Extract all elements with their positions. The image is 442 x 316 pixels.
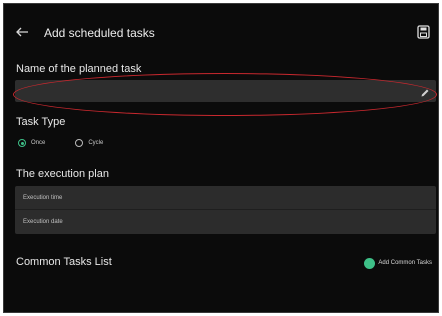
radio-once-label: Once: [31, 140, 46, 146]
add-common-tasks-label: Add Common Tasks: [378, 260, 432, 266]
execution-time-row[interactable]: Execution time: [15, 186, 436, 210]
add-common-tasks-button[interactable]: Add Common Tasks: [364, 257, 432, 269]
task-name-label: Name of the planned task: [16, 63, 142, 75]
execution-date-label: Execution date: [23, 219, 63, 225]
execution-date-row[interactable]: Execution date: [15, 210, 436, 234]
save-icon[interactable]: [417, 25, 430, 39]
app-screen: Add scheduled tasks Name of the planned …: [3, 3, 439, 313]
common-tasks-label: Common Tasks List: [16, 256, 112, 268]
task-type-radio-group: Once Cycle: [18, 138, 133, 148]
radio-cycle[interactable]: Cycle: [75, 139, 103, 147]
pencil-icon[interactable]: [420, 85, 430, 97]
top-bar: Add scheduled tasks: [4, 22, 438, 46]
page-title: Add scheduled tasks: [44, 26, 155, 40]
execution-time-label: Execution time: [23, 195, 63, 201]
radio-cycle-label: Cycle: [88, 140, 104, 146]
execution-plan-label: The execution plan: [16, 168, 109, 180]
radio-once[interactable]: Once: [18, 139, 45, 147]
add-icon: [364, 257, 376, 269]
radio-cycle-circle[interactable]: [75, 139, 84, 147]
back-arrow-icon[interactable]: [14, 24, 30, 40]
radio-once-circle[interactable]: [18, 139, 26, 147]
execution-plan-box: Execution time Execution date: [15, 186, 436, 234]
task-name-input[interactable]: [15, 80, 436, 102]
task-type-label: Task Type: [16, 116, 66, 128]
